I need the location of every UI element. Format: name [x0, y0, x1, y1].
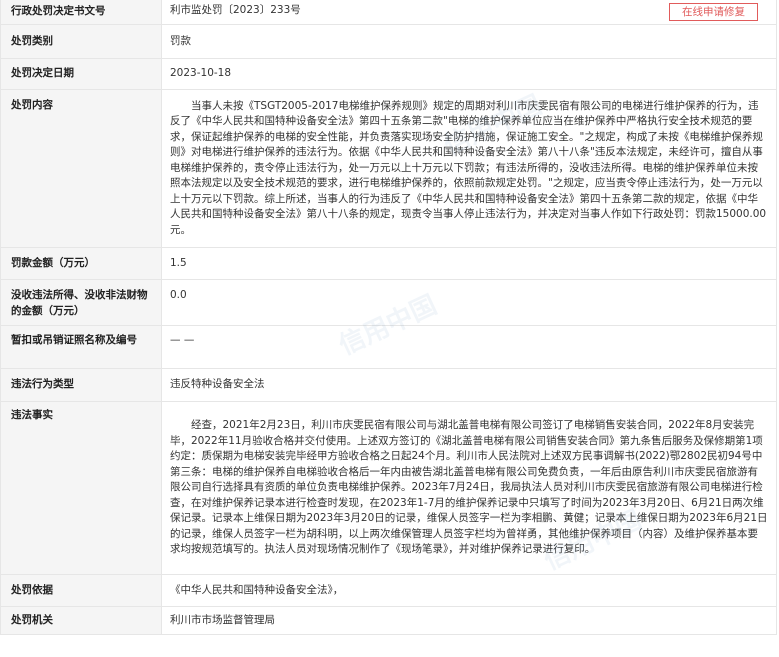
row-violation-type: 违法行为类型 违反特种设备安全法 — [0, 368, 777, 402]
value-license: — — — [161, 325, 777, 369]
label-facts: 违法事实 — [0, 401, 162, 575]
value-category: 罚款 — [161, 24, 777, 59]
row-doc-no: 行政处罚决定书文号 利市监处罚〔2023〕233号 在线申请修复 — [0, 0, 777, 25]
doc-no-text: 利市监处罚〔2023〕233号 — [170, 3, 301, 16]
row-confiscate: 没收违法所得、没收非法财物的金额（万元） 0.0 — [0, 279, 777, 326]
penalty-info-table: 行政处罚决定书文号 利市监处罚〔2023〕233号 在线申请修复 处罚类别 罚款… — [0, 0, 777, 635]
label-authority: 处罚机关 — [0, 606, 162, 635]
row-amount: 罚款金额（万元） 1.5 — [0, 247, 777, 280]
value-doc-no: 利市监处罚〔2023〕233号 在线申请修复 — [161, 0, 777, 25]
label-date: 处罚决定日期 — [0, 58, 162, 90]
value-authority: 利川市市场监督管理局 — [161, 606, 777, 635]
label-content: 处罚内容 — [0, 89, 162, 248]
label-confiscate: 没收违法所得、没收非法财物的金额（万元） — [0, 279, 162, 326]
label-doc-no: 行政处罚决定书文号 — [0, 0, 162, 25]
row-authority: 处罚机关 利川市市场监督管理局 — [0, 606, 777, 635]
label-license: 暂扣或吊销证照名称及编号 — [0, 325, 162, 369]
row-date: 处罚决定日期 2023-10-18 — [0, 58, 777, 90]
row-basis: 处罚依据 《中华人民共和国特种设备安全法》， — [0, 574, 777, 607]
value-amount: 1.5 — [161, 247, 777, 280]
row-content: 处罚内容 当事人未按《TSGT2005-2017电梯维护保养规则》规定的周期对利… — [0, 89, 777, 248]
row-category: 处罚类别 罚款 — [0, 24, 777, 59]
label-category: 处罚类别 — [0, 24, 162, 59]
row-facts: 违法事实 经查，2021年2月23日，利川市庆雯民宿有限公司与湖北盖普电梯有限公… — [0, 401, 777, 575]
row-license: 暂扣或吊销证照名称及编号 — — — [0, 325, 777, 369]
value-violation-type: 违反特种设备安全法 — [161, 368, 777, 402]
value-confiscate: 0.0 — [161, 279, 777, 326]
value-date: 2023-10-18 — [161, 58, 777, 90]
label-amount: 罚款金额（万元） — [0, 247, 162, 280]
value-facts: 经查，2021年2月23日，利川市庆雯民宿有限公司与湖北盖普电梯有限公司签订了电… — [161, 401, 777, 575]
label-basis: 处罚依据 — [0, 574, 162, 607]
label-violation-type: 违法行为类型 — [0, 368, 162, 402]
value-basis: 《中华人民共和国特种设备安全法》， — [161, 574, 777, 607]
value-content: 当事人未按《TSGT2005-2017电梯维护保养规则》规定的周期对利川市庆雯民… — [161, 89, 777, 248]
online-repair-button[interactable]: 在线申请修复 — [669, 2, 758, 21]
